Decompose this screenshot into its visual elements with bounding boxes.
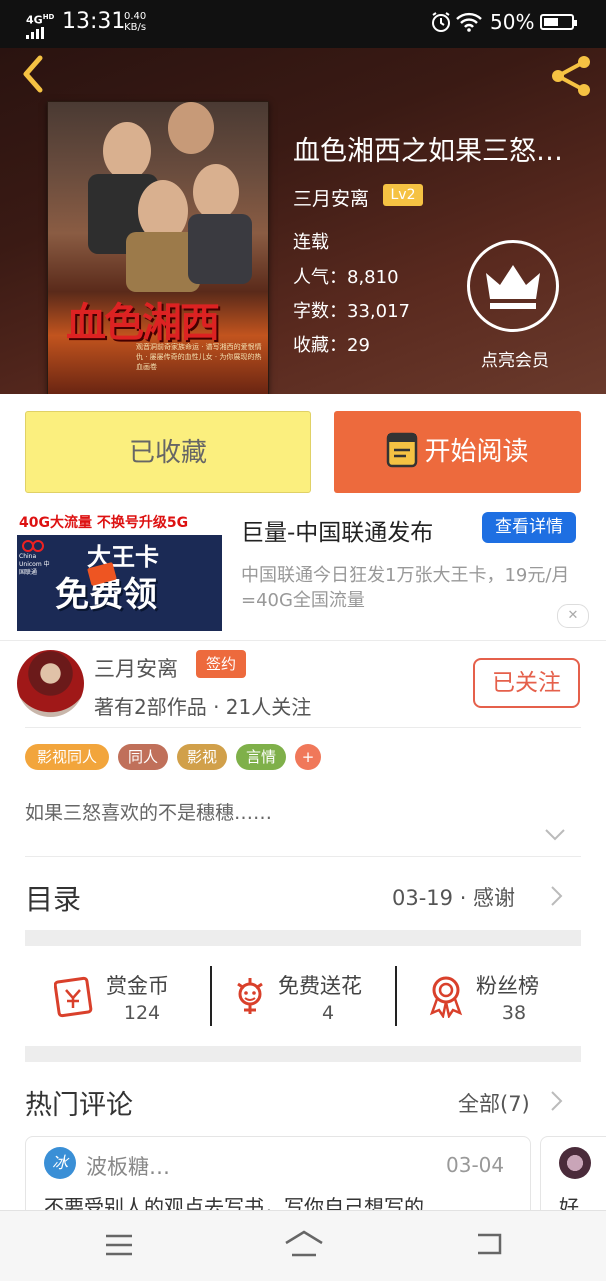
toc-latest-text: 03-19 · 感谢 xyxy=(392,886,516,910)
book-cover[interactable]: 血色湘西 观音洞前奇家族命运 · 谱写湘西的爱恨情仇 · 屡屡传奇的血性儿女 ·… xyxy=(47,101,269,394)
ad-banner-top: 40G大流量 不换号升级5G xyxy=(17,511,222,535)
net-speed: 0.40 KB/s xyxy=(124,11,146,33)
words-stat: 字数：33,017 xyxy=(293,297,410,323)
chevron-right-icon[interactable] xyxy=(550,1090,564,1112)
speed-unit: KB/s xyxy=(124,22,147,33)
gift-value: 124 xyxy=(123,1002,161,1024)
ad-banner-brand: China Unicom 中国联通 xyxy=(19,553,50,576)
ad-title[interactable]: 巨量-中国联通发布 xyxy=(241,513,433,547)
signal-icon: 4GHD xyxy=(26,12,54,39)
signed-badge: 签约 xyxy=(196,650,246,678)
tag-item[interactable]: 言情 xyxy=(236,744,286,770)
gift-label[interactable]: 赏金币 xyxy=(106,970,169,1000)
words-value: 33,017 xyxy=(347,301,410,322)
start-reading-button[interactable]: 开始阅读 xyxy=(334,411,581,493)
tag-item[interactable]: 影视 xyxy=(177,744,227,770)
favorites-value: 29 xyxy=(347,335,370,356)
gift-label[interactable]: 免费送花 xyxy=(278,970,362,1000)
comment-user[interactable]: 波板糖… xyxy=(86,1151,170,1181)
wifi-icon xyxy=(456,12,482,32)
favorites-stat: 收藏：29 xyxy=(293,331,370,357)
cover-tagline: 观音洞前奇家族命运 · 谱写湘西的爱恨情仇 · 屡屡传奇的血性儿女 · 为你展现… xyxy=(136,343,262,371)
section-separator xyxy=(25,930,581,946)
add-tag-button[interactable]: + xyxy=(295,744,321,770)
divider xyxy=(0,640,606,641)
author-info: 著有2部作品 · 21人关注 xyxy=(94,695,312,719)
comment-avatar[interactable] xyxy=(559,1147,591,1179)
divider xyxy=(25,727,581,728)
battery-percent: 50% xyxy=(490,10,535,34)
back-icon[interactable] xyxy=(472,1231,504,1257)
back-arrow-icon[interactable] xyxy=(18,54,48,94)
author-avatar[interactable] xyxy=(17,650,84,717)
popularity-stat: 人气：8,810 xyxy=(293,263,399,289)
gift-value: 38 xyxy=(501,1002,527,1024)
ad-description: 中国联通今日狂发1万张大王卡，19元/月=40G全国流量 xyxy=(241,565,570,611)
author-name[interactable]: 三月安离 xyxy=(94,653,178,683)
gift-value: 4 xyxy=(321,1002,335,1024)
ad-close-button[interactable]: ✕ xyxy=(557,604,589,628)
book-header: 血色湘西 观音洞前奇家族命运 · 谱写湘西的爱恨情仇 · 屡屡传奇的血性儿女 ·… xyxy=(0,48,606,394)
divider xyxy=(395,966,397,1026)
gift-label[interactable]: 粉丝榜 xyxy=(476,970,539,1000)
clock: 13:31 xyxy=(62,9,126,34)
follow-button[interactable]: 已关注 xyxy=(473,658,580,708)
status-bar: 4GHD 13:31 0.40 KB/s 50% xyxy=(0,0,606,48)
home-icon[interactable] xyxy=(283,1229,325,1259)
all-comments-link[interactable]: 全部(7) xyxy=(458,1088,530,1118)
comment-date: 03-04 xyxy=(446,1153,505,1177)
system-nav-bar xyxy=(0,1210,606,1281)
divider xyxy=(25,856,581,857)
ribbon-icon[interactable] xyxy=(426,974,466,1018)
share-icon[interactable] xyxy=(548,52,596,98)
level-badge: Lv2 xyxy=(383,184,423,206)
member-button[interactable] xyxy=(467,240,559,332)
network-sup: HD xyxy=(42,13,55,21)
book-author[interactable]: 三月安离 xyxy=(293,184,369,211)
popularity-value: 8,810 xyxy=(347,267,399,288)
chevron-down-icon[interactable] xyxy=(544,828,566,842)
member-label[interactable]: 点亮会员 xyxy=(470,346,560,371)
ad-banner-image[interactable]: 40G大流量 不换号升级5G 大王卡 免费领 China Unicom 中国联通 xyxy=(17,511,222,631)
flower-icon[interactable] xyxy=(230,974,270,1018)
unicom-logo-icon xyxy=(22,540,44,552)
tag-item[interactable]: 同人 xyxy=(118,744,168,770)
alarm-icon xyxy=(432,12,450,32)
speed-value: 0.40 xyxy=(124,11,147,22)
book-title: 血色湘西之如果三怒… xyxy=(293,136,563,167)
comment-avatar[interactable]: 冰 xyxy=(44,1147,76,1179)
synopsis: 如果三怒喜欢的不是穗穗…… xyxy=(25,802,273,824)
book-icon xyxy=(387,432,418,467)
favorites-label: 收藏： xyxy=(293,335,347,356)
book-status: 连载 xyxy=(293,232,329,253)
battery-icon xyxy=(540,14,577,30)
cover-title: 血色湘西 xyxy=(66,299,220,346)
hot-comments-heading: 热门评论 xyxy=(25,1090,133,1121)
collected-button[interactable]: 已收藏 xyxy=(25,411,311,493)
start-reading-label: 开始阅读 xyxy=(424,437,529,467)
crown-icon xyxy=(486,265,540,309)
toc-latest[interactable]: 03-19 · 感谢 xyxy=(392,882,515,912)
coin-icon[interactable] xyxy=(54,976,98,1018)
words-label: 字数： xyxy=(293,301,347,322)
network-type: 4G xyxy=(26,13,43,27)
section-separator xyxy=(25,1046,581,1062)
tag-item[interactable]: 影视同人 xyxy=(25,744,109,770)
divider xyxy=(210,966,212,1026)
toc-label[interactable]: 目录 xyxy=(25,878,81,918)
chevron-right-icon[interactable] xyxy=(550,885,564,907)
ad-detail-button[interactable]: 查看详情 xyxy=(482,512,576,543)
popularity-label: 人气： xyxy=(293,267,347,288)
menu-icon[interactable] xyxy=(104,1233,134,1257)
